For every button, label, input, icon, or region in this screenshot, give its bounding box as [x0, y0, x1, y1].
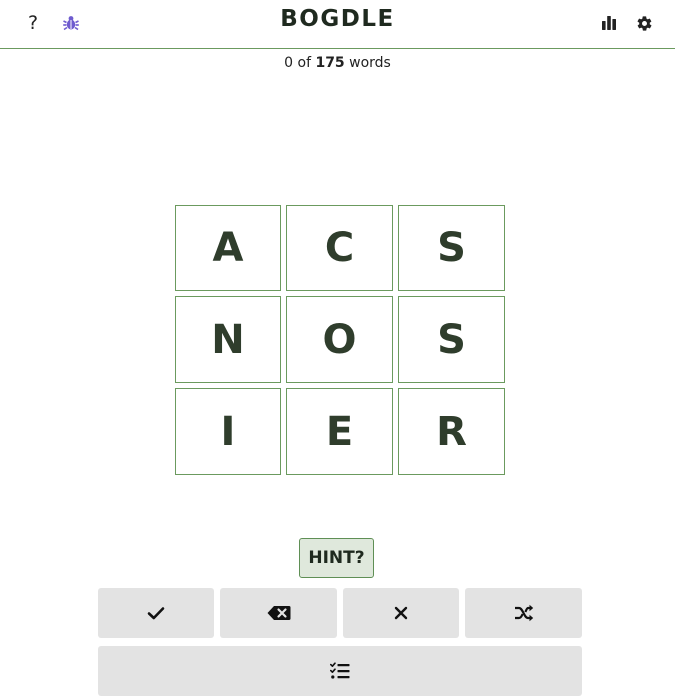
- settings-button[interactable]: [631, 10, 657, 36]
- found-count: 0: [284, 55, 294, 71]
- letter-board: A C S N O S I E R: [175, 205, 505, 475]
- checklist-icon: [330, 662, 350, 679]
- clear-word-button[interactable]: [343, 588, 459, 638]
- gear-icon: [637, 15, 651, 31]
- total-words-count: 175: [315, 55, 345, 71]
- backspace-icon: [267, 606, 290, 620]
- letter-tile[interactable]: S: [398, 205, 505, 291]
- progress-words-label: words: [349, 55, 391, 71]
- progress-of-label: of: [297, 55, 312, 71]
- checkmark-icon: [147, 607, 165, 620]
- app-header: ? BOGDLE: [0, 0, 675, 49]
- hint-button[interactable]: HINT?: [299, 538, 374, 578]
- letter-tile[interactable]: I: [175, 388, 281, 475]
- submit-word-button[interactable]: [98, 588, 214, 638]
- statistics-button[interactable]: [596, 10, 622, 36]
- shuffle-button[interactable]: [465, 588, 582, 638]
- page-title: BOGDLE: [280, 6, 395, 32]
- letter-tile[interactable]: S: [398, 296, 505, 383]
- bar-chart-icon: [602, 16, 616, 30]
- letter-tile[interactable]: N: [175, 296, 281, 383]
- letter-tile[interactable]: O: [286, 296, 393, 383]
- letter-tile[interactable]: E: [286, 388, 393, 475]
- word-list-button[interactable]: [98, 646, 582, 696]
- letter-tile[interactable]: R: [398, 388, 505, 475]
- word-progress: 0 of 175 words: [0, 55, 675, 71]
- letter-tile[interactable]: C: [286, 205, 393, 291]
- close-icon: [394, 606, 408, 620]
- letter-tile[interactable]: A: [175, 205, 281, 291]
- backspace-button[interactable]: [220, 588, 337, 638]
- shuffle-icon: [514, 604, 533, 622]
